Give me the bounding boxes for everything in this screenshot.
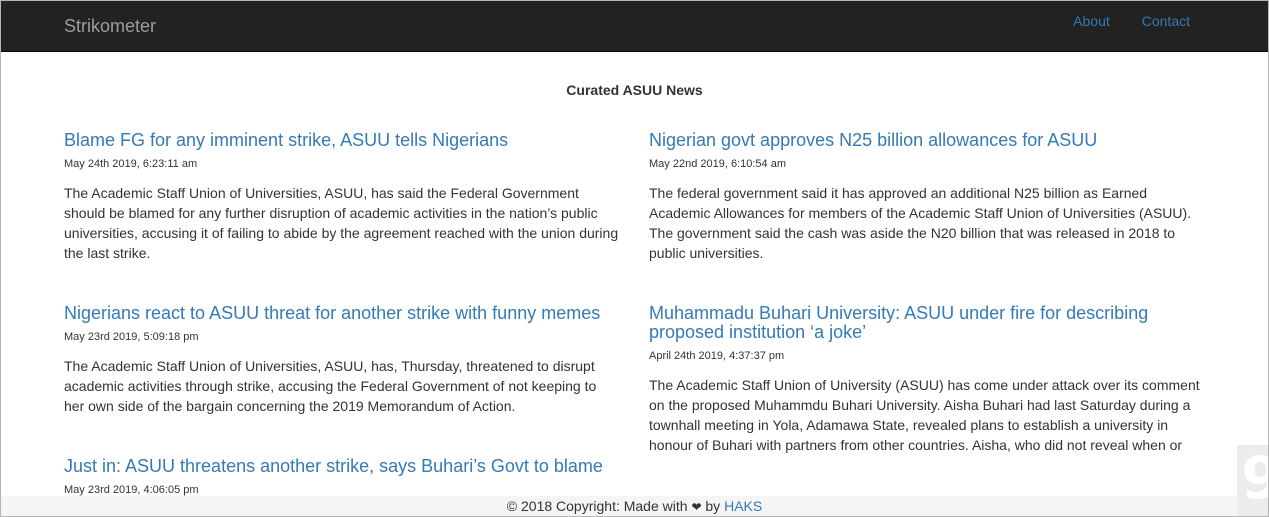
news-article: Nigerian govt approves N25 billion allow… (649, 131, 1205, 263)
article-date: May 22nd 2019, 6:10:54 am (649, 158, 786, 170)
browser-viewport: Strikometer About Contact Curated ASUU N… (0, 0, 1269, 517)
news-article: Just in: ASUU threatens another strike, … (64, 457, 620, 497)
article-headline: Just in: ASUU threatens another strike, … (64, 457, 620, 476)
article-headline: Nigerians react to ASUU threat for anoth… (64, 304, 620, 323)
article-headline-link[interactable]: Blame FG for any imminent strike, ASUU t… (64, 130, 508, 150)
article-headline-link[interactable]: Nigerians react to ASUU threat for anoth… (64, 303, 600, 323)
article-summary: The Academic Staff Union of Universities… (64, 185, 619, 261)
article-headline-link[interactable]: Muhammadu Buhari University: ASUU under … (649, 303, 1148, 342)
heart-icon: ❤ (691, 500, 702, 514)
footer-author-link[interactable]: HAKS (724, 498, 762, 514)
article-headline-link[interactable]: Just in: ASUU threatens another strike, … (64, 456, 603, 476)
article-summary: The Academic Staff Union of University (… (649, 377, 1200, 453)
page-title: Curated ASUU News (566, 82, 703, 98)
brand-logo-link[interactable]: Strikometer (64, 16, 156, 36)
news-article: Nigerians react to ASUU threat for anoth… (64, 304, 620, 416)
article-summary: The Academic Staff Union of Universities… (64, 358, 597, 414)
footer-copyright-text: © 2018 Copyright: Made with (506, 498, 688, 514)
footer-by-text: by (705, 498, 721, 514)
article-headline: Muhammadu Buhari University: ASUU under … (649, 304, 1205, 342)
news-article: Blame FG for any imminent strike, ASUU t… (64, 131, 620, 263)
page-footer: © 2018 Copyright: Made with ❤ by HAKS (1, 496, 1268, 516)
nav-link-contact[interactable]: Contact (1142, 13, 1190, 29)
nine-logo-icon: 9 (1241, 445, 1268, 511)
nav-link-about[interactable]: About (1073, 13, 1110, 29)
corner-widget-badge[interactable]: 9 (1237, 445, 1268, 516)
article-date: May 24th 2019, 6:23:11 am (64, 158, 198, 170)
news-article: Muhammadu Buhari University: ASUU under … (649, 304, 1205, 455)
article-summary: The federal government said it has appro… (649, 185, 1192, 261)
nav-links: About Contact (1073, 13, 1190, 29)
top-navbar: Strikometer About Contact (1, 1, 1268, 52)
article-headline: Blame FG for any imminent strike, ASUU t… (64, 131, 620, 150)
article-date: April 24th 2019, 4:37:37 pm (649, 350, 785, 362)
article-headline-link[interactable]: Nigerian govt approves N25 billion allow… (649, 130, 1097, 150)
article-date: May 23rd 2019, 5:09:18 pm (64, 331, 199, 343)
article-headline: Nigerian govt approves N25 billion allow… (649, 131, 1205, 150)
